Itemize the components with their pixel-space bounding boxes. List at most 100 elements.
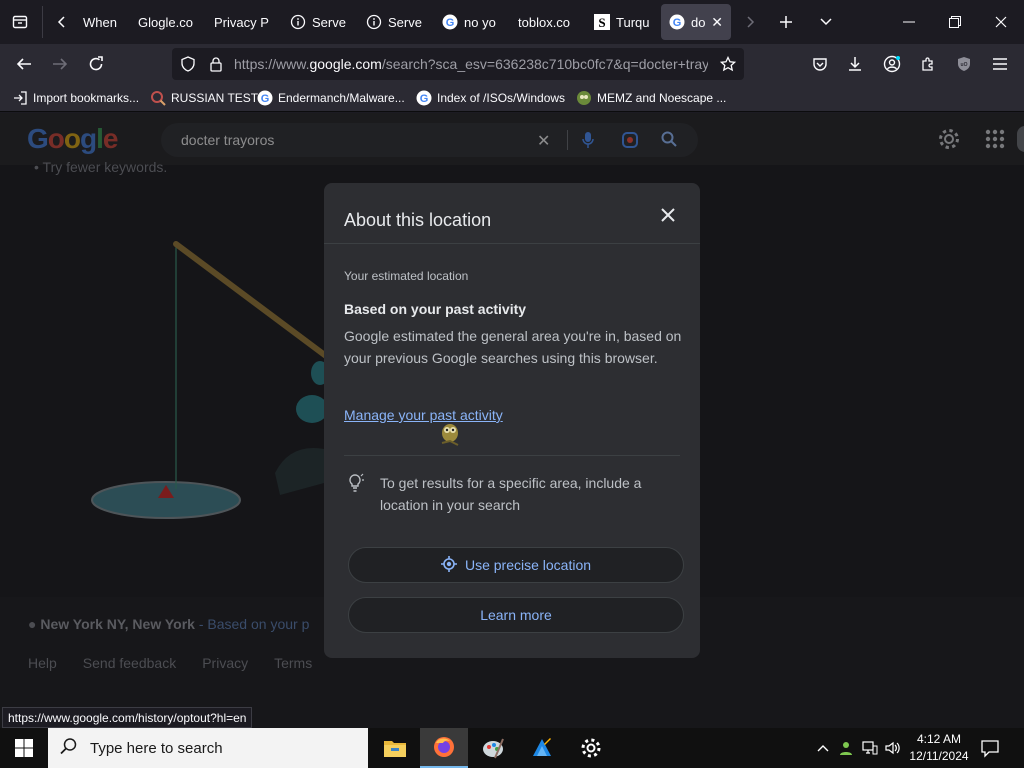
paint-3d-icon[interactable] (518, 728, 566, 768)
search-query[interactable]: docter trayoros (181, 132, 274, 148)
tab-title: Serve (312, 14, 346, 30)
footer-links: Help Send feedback Privacy Terms (28, 655, 312, 671)
settings-icon[interactable] (567, 728, 615, 768)
tab-title: no yo (464, 14, 496, 30)
lock-icon[interactable] (208, 56, 224, 72)
file-explorer-icon[interactable] (371, 728, 419, 768)
back-icon[interactable] (8, 48, 40, 80)
tab-title: When (83, 14, 117, 30)
lens-search-icon[interactable] (621, 131, 639, 154)
apps-grid-icon[interactable] (983, 127, 1007, 151)
firefox-icon[interactable] (420, 728, 468, 768)
google-icon: G (257, 90, 273, 106)
close-icon[interactable] (656, 203, 680, 227)
search-icon (60, 737, 78, 760)
tab-title: Turqu (616, 14, 650, 30)
pocket-icon[interactable] (804, 48, 836, 80)
tab-7[interactable]: S Turqu (586, 4, 656, 40)
tab-0[interactable]: When (75, 4, 135, 40)
taskbar-clock[interactable]: 4:12 AM 12/11/2024 (902, 731, 976, 765)
google-logo[interactable]: Google (27, 123, 118, 155)
location-dot-icon: ● (28, 616, 37, 632)
windows-taskbar: Type here to search 4:12 AM 12/11/2024 (0, 728, 1024, 768)
url-text[interactable]: https://www.google.com/search?sca_esv=63… (234, 56, 708, 72)
svg-text:uO: uO (961, 62, 968, 68)
bookmark-import[interactable]: Import bookmarks... (12, 89, 139, 107)
google-header: Google docter trayoros ✕ (0, 113, 1024, 165)
tab-1[interactable]: Glogle.co (130, 4, 202, 40)
forward-icon[interactable] (44, 48, 76, 80)
svg-text:G: G (261, 93, 270, 105)
tab-4[interactable]: Serve (358, 4, 428, 40)
location-place: New York NY, New York (40, 616, 195, 632)
voice-search-icon[interactable] (581, 131, 595, 154)
menu-icon[interactable] (984, 48, 1016, 80)
network-icon[interactable] (862, 740, 878, 756)
dialog-body: Google estimated the general area you're… (344, 328, 682, 366)
clock-time: 4:12 AM (916, 732, 962, 746)
bookmark-star-icon[interactable] (719, 55, 737, 72)
tab-3[interactable]: Serve (282, 4, 352, 40)
bookmark-russian-test[interactable]: RUSSIAN TEST (150, 89, 258, 107)
reload-icon[interactable] (80, 48, 112, 80)
dialog-divider (344, 455, 680, 456)
google-icon: G (442, 14, 458, 30)
footer-terms-link[interactable]: Terms (274, 655, 312, 671)
bookmark-label: RUSSIAN TEST (171, 91, 259, 105)
about-location-dialog: About this location Your estimated locat… (324, 183, 700, 658)
bookmark-endermanch[interactable]: G Endermanch/Malware... (257, 89, 405, 107)
dialog-divider (324, 243, 700, 244)
tab-6[interactable]: toblox.co (510, 4, 580, 40)
taskbar-search-box[interactable]: Type here to search (48, 728, 368, 768)
paint-icon[interactable] (469, 728, 517, 768)
notification-icon[interactable] (980, 738, 1000, 758)
new-tab-icon[interactable] (768, 4, 804, 40)
tab-title: Privacy P (214, 14, 269, 30)
minimize-icon[interactable] (886, 0, 932, 44)
search-divider (567, 130, 568, 150)
people-icon[interactable] (838, 740, 854, 756)
extensions-icon[interactable] (912, 48, 944, 80)
learn-more-label: Learn more (480, 607, 552, 623)
restore-icon[interactable] (932, 0, 978, 44)
windows-start-icon[interactable] (0, 728, 48, 768)
bookmark-memz[interactable]: MEMZ and Noescape ... (576, 89, 726, 107)
settings-gear-icon[interactable] (937, 127, 961, 151)
list-all-tabs-icon[interactable] (808, 4, 844, 40)
learn-more-button[interactable]: Learn more (348, 597, 684, 633)
dialog-heading: Based on your past activity (344, 301, 527, 317)
url-domain: google.com (309, 56, 382, 72)
tab-title: doc (691, 14, 706, 30)
use-precise-location-button[interactable]: Use precise location (348, 547, 684, 583)
footer-help-link[interactable]: Help (28, 655, 57, 671)
tab-2[interactable]: Privacy P (206, 4, 278, 40)
bookmark-label: Index of /ISOs/Windows (437, 91, 566, 105)
close-window-icon[interactable] (978, 0, 1024, 44)
bookmark-index-isos[interactable]: G Index of /ISOs/Windows (416, 89, 565, 107)
location-based-on[interactable]: - Based on your p (195, 616, 310, 632)
tab-title: Glogle.co (138, 14, 193, 30)
account-icon[interactable] (876, 48, 908, 80)
footer-privacy-link[interactable]: Privacy (202, 655, 248, 671)
location-target-icon (440, 555, 457, 575)
tab-5[interactable]: G no yo (434, 4, 506, 40)
search-icon[interactable] (661, 131, 677, 152)
tracking-protection-icon[interactable] (180, 56, 196, 72)
tab-8[interactable]: G doc ✕ (661, 4, 731, 40)
show-hidden-icons-icon[interactable] (815, 740, 831, 756)
tab-scroll-right-icon[interactable] (732, 4, 768, 40)
firefox-view-icon[interactable] (2, 4, 38, 40)
volume-icon[interactable] (885, 740, 901, 756)
clear-search-icon[interactable]: ✕ (537, 131, 550, 151)
svg-text:G: G (446, 17, 455, 29)
ublock-icon[interactable]: uO (948, 48, 980, 80)
downloads-icon[interactable] (839, 48, 871, 80)
url-bar[interactable]: https://www.google.com/search?sca_esv=63… (172, 48, 744, 80)
precise-location-label: Use precise location (464, 557, 592, 573)
footer-feedback-link[interactable]: Send feedback (83, 655, 176, 671)
manage-activity-link[interactable]: Manage your past activity (344, 407, 503, 423)
tab-title: Serve (388, 14, 422, 30)
tab-close-icon[interactable]: ✕ (711, 14, 723, 31)
avatar[interactable] (1017, 126, 1024, 152)
google-search-box[interactable]: docter trayoros ✕ (161, 123, 698, 157)
